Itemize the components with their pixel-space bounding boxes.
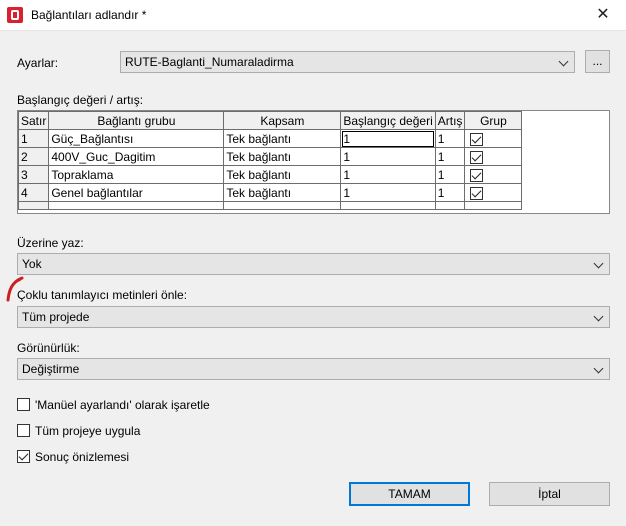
settings-label: Ayarlar: [17,56,59,70]
row-number: 4 [17,183,50,202]
increment-cell[interactable]: 1 [434,165,466,184]
scope-cell[interactable]: Tek bağlantı [223,165,342,184]
group-cell[interactable]: Topraklama [48,165,225,184]
chevron-down-icon [558,56,569,67]
app-logo-icon [7,7,23,23]
settings-value: RUTE-Baglanti_Numaraladirma [125,55,294,69]
new-row-cell[interactable] [464,201,523,210]
row-number: 1 [17,129,50,148]
apply-project-option[interactable]: Tüm projeye uygula [17,423,317,439]
start-values-label: Başlangıç değeri / artış: [17,93,144,107]
start-value-cell[interactable]: 1 [340,183,436,202]
scope-cell[interactable]: Tek bağlantı [223,129,342,148]
column-header-start-value[interactable]: Başlangıç değeri [340,111,436,130]
scope-cell[interactable]: Tek bağlantı [223,183,342,202]
table-row[interactable]: 3 Topraklama Tek bağlantı 1 1 [17,165,523,184]
new-row-cell[interactable] [48,201,225,210]
group-cell[interactable]: 400V_Guc_Dagitim [48,147,225,166]
group-cell[interactable]: Güç_Bağlantısı [48,129,225,148]
browse-settings-button[interactable]: ... [585,50,610,73]
overwrite-value: Yok [22,257,42,271]
increment-cell[interactable]: 1 [434,147,466,166]
column-header-row-number[interactable]: Satır [17,111,50,130]
new-row-cell[interactable] [340,201,436,210]
prevent-multi-value: Tüm projede [22,310,90,324]
column-header-group-flag[interactable]: Grup [464,111,523,130]
apply-project-label: Tüm projeye uygula [35,424,141,438]
new-row-number [17,201,50,210]
start-value-cell[interactable]: 1 [340,129,436,148]
visibility-dropdown[interactable]: Değiştirme [17,358,610,380]
group-checkbox-cell[interactable] [464,183,523,202]
table-row[interactable]: 1 Güç_Bağlantısı Tek bağlantı 1 1 [17,129,523,148]
group-checkbox[interactable] [470,150,484,164]
visibility-label: Görünürlük: [17,341,80,355]
scope-cell[interactable]: Tek bağlantı [223,147,342,166]
table-row[interactable]: 4 Genel bağlantılar Tek bağlantı 1 1 [17,183,523,202]
increment-cell[interactable]: 1 [434,129,466,148]
group-checkbox-cell[interactable] [464,165,523,184]
group-checkbox[interactable] [470,186,484,200]
start-value-cell[interactable]: 1 [340,165,436,184]
visibility-value: Değiştirme [22,362,80,376]
ok-button[interactable]: TAMAM [349,482,470,506]
manual-set-option[interactable]: 'Manüel ayarlandı' olarak işaretle [17,397,317,413]
preview-label: Sonuç önizlemesi [35,450,130,464]
increment-cell[interactable]: 1 [434,183,466,202]
settings-dropdown[interactable]: RUTE-Baglanti_Numaraladirma [120,51,575,73]
overwrite-label: Üzerine yaz: [17,236,84,250]
group-checkbox[interactable] [470,168,484,182]
chevron-down-icon [593,363,604,374]
window-title: Bağlantıları adlandır * [31,8,147,22]
chevron-down-icon [593,311,604,322]
row-number: 2 [17,147,50,166]
prevent-multi-label: Çoklu tanımlayıcı metinleri önle: [17,288,188,302]
group-checkbox[interactable] [470,132,484,146]
chevron-down-icon [593,258,604,269]
apply-project-checkbox[interactable] [17,424,30,437]
manual-set-checkbox[interactable] [17,398,30,411]
start-value-cell[interactable]: 1 [340,147,436,166]
preview-option[interactable]: Sonuç önizlemesi [17,449,317,465]
group-cell[interactable]: Genel bağlantılar [48,183,225,202]
column-header-increment[interactable]: Artış [434,111,466,130]
row-number: 3 [17,165,50,184]
new-row-cell[interactable] [434,201,466,210]
column-header-group[interactable]: Bağlantı grubu [48,111,225,130]
table-new-row[interactable] [17,201,523,210]
table-row[interactable]: 2 400V_Guc_Dagitim Tek bağlantı 1 1 [17,147,523,166]
start-values-table: Satır Bağlantı grubu Kapsam Başlangıç de… [17,111,523,210]
column-header-scope[interactable]: Kapsam [223,111,342,130]
close-icon[interactable]: ✕ [580,0,626,31]
overwrite-dropdown[interactable]: Yok [17,253,610,275]
new-row-cell[interactable] [223,201,342,210]
table-header-row: Satır Bağlantı grubu Kapsam Başlangıç de… [17,111,523,130]
manual-set-label: 'Manüel ayarlandı' olarak işaretle [35,398,210,412]
group-checkbox-cell[interactable] [464,129,523,148]
preview-checkbox[interactable] [17,450,30,463]
prevent-multi-dropdown[interactable]: Tüm projede [17,306,610,328]
title-bar: Bağlantıları adlandır * ✕ [0,0,626,31]
group-checkbox-cell[interactable] [464,147,523,166]
cancel-button[interactable]: İptal [489,482,610,506]
start-values-grid: Satır Bağlantı grubu Kapsam Başlangıç de… [17,110,610,214]
